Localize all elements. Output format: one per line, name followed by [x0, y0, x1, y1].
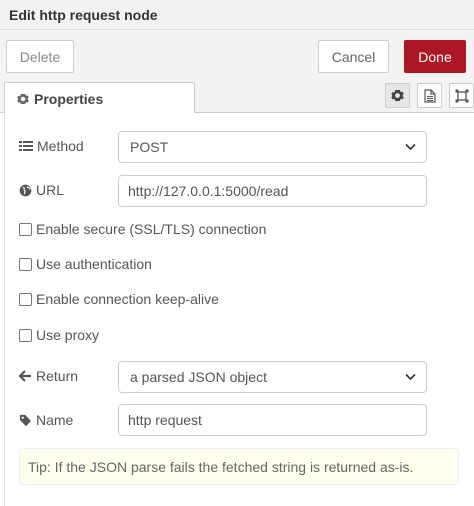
return-select-value: a parsed JSON object	[130, 369, 267, 385]
return-select[interactable]: a parsed JSON object	[118, 361, 427, 393]
proxy-checkbox-label: Use proxy	[36, 327, 100, 343]
proxy-checkbox[interactable]	[19, 328, 32, 342]
checkbox-row-proxy: Use proxy	[19, 327, 99, 343]
dialog-header: Edit http request node	[0, 0, 474, 30]
gear-icon	[17, 93, 29, 104]
checkbox-row-keepalive: Enable connection keep-alive	[19, 291, 219, 307]
keepalive-checkbox-label: Enable connection keep-alive	[36, 291, 219, 307]
tag-icon	[19, 414, 32, 426]
method-select[interactable]: POST	[118, 131, 427, 163]
tasks-icon	[19, 141, 33, 151]
url-input[interactable]: http://127.0.0.1:5000/read	[118, 175, 427, 207]
tip-text: Tip: If the JSON parse fails the fetched…	[28, 458, 414, 475]
tip-box: Tip: If the JSON parse fails the fetched…	[19, 448, 459, 485]
method-label: Method	[19, 138, 84, 154]
url-input-value: http://127.0.0.1:5000/read	[128, 183, 289, 199]
url-label: URL	[19, 182, 64, 198]
arrow-left-icon	[19, 370, 31, 382]
return-label: Return	[19, 368, 78, 384]
tab-properties-label: Properties	[34, 90, 104, 107]
appearance-icon	[455, 89, 468, 102]
tls-checkbox[interactable]	[19, 222, 32, 236]
auth-checkbox-label: Use authentication	[36, 256, 152, 272]
globe-icon	[19, 184, 32, 196]
tab-settings[interactable]	[385, 83, 410, 108]
chevron-down-icon	[405, 143, 416, 151]
dialog-title: Edit http request node	[9, 7, 158, 23]
name-label: Name	[19, 412, 73, 428]
name-input-value: http request	[128, 412, 202, 428]
name-input[interactable]: http request	[118, 404, 427, 436]
description-icon	[423, 88, 436, 103]
dialog-toolbar: Delete Cancel Done	[0, 30, 474, 80]
tab-properties[interactable]: Properties	[4, 82, 195, 114]
checkbox-row-auth: Use authentication	[19, 256, 152, 272]
gear-icon	[391, 90, 404, 101]
method-select-value: POST	[130, 139, 169, 155]
cancel-button[interactable]: Cancel	[318, 40, 389, 73]
tab-description[interactable]	[417, 83, 442, 108]
tab-appearance[interactable]	[449, 83, 474, 108]
delete-button[interactable]: Delete	[6, 40, 74, 73]
keepalive-checkbox[interactable]	[19, 292, 32, 306]
chevron-down-icon	[405, 373, 416, 381]
done-button[interactable]: Done	[404, 40, 466, 73]
auth-checkbox[interactable]	[19, 257, 32, 271]
checkbox-row-tls: Enable secure (SSL/TLS) connection	[19, 221, 266, 237]
tls-checkbox-label: Enable secure (SSL/TLS) connection	[36, 221, 267, 237]
tab-bar: Properties	[0, 80, 474, 114]
panel-divider	[4, 113, 5, 506]
